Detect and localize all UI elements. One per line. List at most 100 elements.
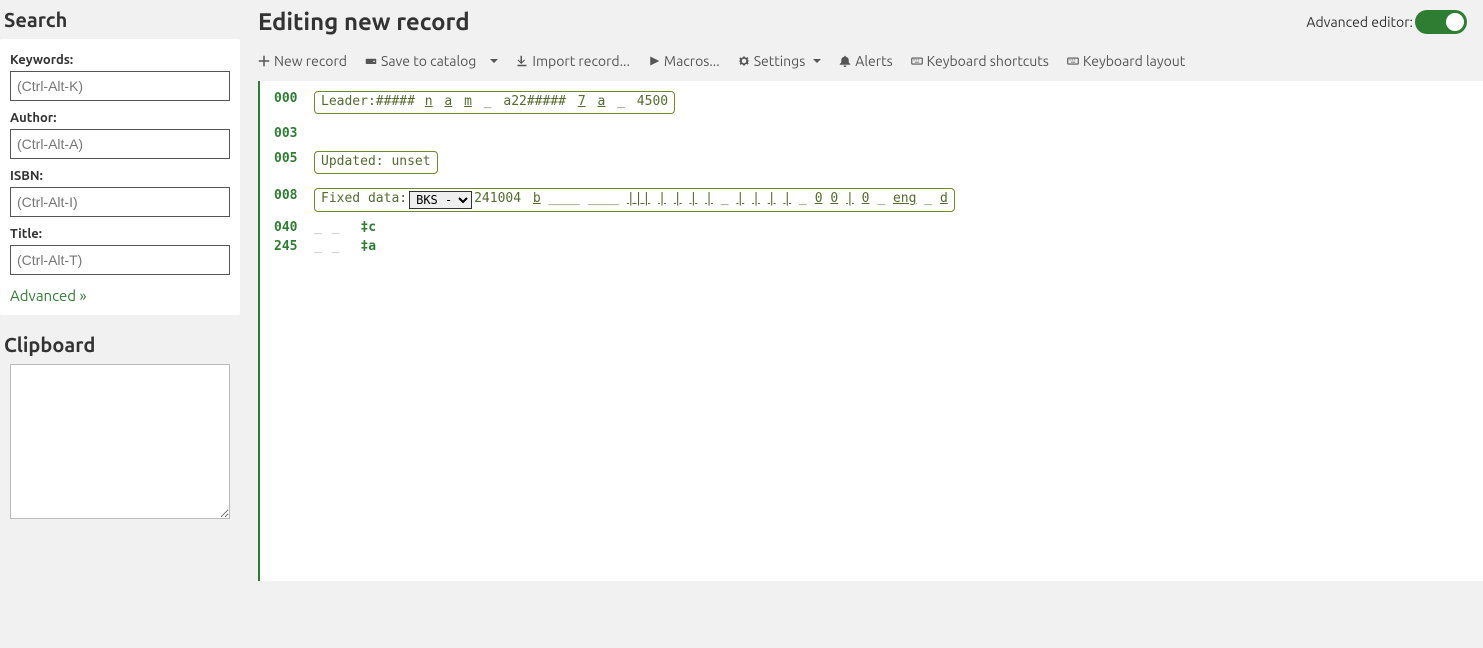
fx-21[interactable]: d	[940, 191, 948, 206]
material-type-select[interactable]: BKS -	[409, 191, 472, 209]
advanced-editor-label: Advanced editor:	[1306, 14, 1413, 30]
save-catalog-label: Save to catalog	[381, 53, 476, 69]
play-icon	[648, 55, 660, 67]
leader-widget[interactable]: Leader:##### n a m _ a22##### 7 a _ 4500	[314, 91, 675, 114]
search-heading: Search	[0, 0, 240, 39]
tag-005: 005	[274, 151, 302, 168]
hdd-icon	[365, 55, 377, 67]
gear-icon	[738, 55, 750, 67]
ldr-p6[interactable]: a	[597, 94, 605, 111]
title-label: Title:	[10, 227, 230, 241]
fixed-data-widget[interactable]: Fixed data: BKS - 241004 b ____ ____ |||…	[314, 188, 955, 212]
marc-line-003[interactable]: 003	[274, 126, 1469, 143]
title-input[interactable]	[10, 245, 230, 275]
advanced-editor-toggle[interactable]	[1415, 10, 1467, 34]
save-dropdown-caret[interactable]	[486, 53, 498, 69]
tag-040: 040	[274, 220, 302, 237]
page-title: Editing new record	[258, 8, 1306, 35]
fx-16[interactable]: |	[846, 191, 854, 206]
clipboard-heading: Clipboard	[0, 325, 240, 364]
clipboard-panel	[0, 364, 240, 523]
alerts-label: Alerts	[855, 53, 892, 69]
fx-3[interactable]: |||	[627, 191, 650, 206]
new-record-label: New record	[274, 53, 347, 69]
ldr-p7: _	[617, 94, 625, 111]
import-record-label: Import record...	[532, 53, 630, 69]
clipboard-textarea[interactable]	[10, 364, 230, 519]
author-label: Author:	[10, 111, 230, 125]
macros-button[interactable]: Macros...	[648, 53, 720, 69]
fx-5[interactable]: |	[674, 191, 682, 206]
layout-button[interactable]: Keyboard layout	[1067, 53, 1185, 69]
fx-4[interactable]: |	[658, 191, 666, 206]
import-record-button[interactable]: Import record...	[516, 53, 630, 69]
author-input[interactable]	[10, 129, 230, 159]
leader-prefix: Leader:#####	[321, 94, 423, 111]
ldr-p0[interactable]: n	[425, 94, 433, 111]
plus-icon	[258, 55, 270, 67]
fx-12[interactable]: |	[783, 191, 791, 206]
save-catalog-button[interactable]: Save to catalog	[365, 53, 476, 69]
fx-2[interactable]: ____	[588, 191, 619, 206]
fx-20[interactable]: _	[924, 191, 932, 206]
sf-245-a[interactable]: ‡a	[360, 239, 376, 256]
main-area: Editing new record Advanced editor: New …	[240, 0, 1483, 648]
marc-editor[interactable]: 000 Leader:##### n a m _ a22##### 7 a _ …	[258, 81, 1483, 581]
ind-040[interactable]: _ _	[314, 220, 340, 237]
new-record-button[interactable]: New record	[258, 53, 347, 69]
marc-line-005[interactable]: 005 Updated: unset	[274, 151, 1469, 174]
fx-14[interactable]: 0	[815, 191, 823, 206]
tag-000: 000	[274, 91, 302, 108]
fx-18[interactable]: _	[877, 191, 885, 206]
ldr-p3: _	[484, 94, 492, 111]
ldr-p2[interactable]: m	[464, 94, 472, 111]
sidebar: Search Keywords: Author: ISBN: Title: Ad…	[0, 0, 240, 648]
fx-7[interactable]: |	[705, 191, 713, 206]
ind-245[interactable]: _ _	[314, 239, 340, 256]
fx-11[interactable]: |	[768, 191, 776, 206]
settings-label: Settings	[754, 53, 806, 69]
fx-17[interactable]: 0	[862, 191, 870, 206]
search-panel: Keywords: Author: ISBN: Title: Advanced …	[0, 39, 240, 315]
alerts-button[interactable]: Alerts	[839, 53, 892, 69]
toolbar: New record Save to catalog Import record…	[240, 39, 1483, 81]
ldr-p5[interactable]: 7	[578, 94, 586, 111]
fx-6[interactable]: |	[689, 191, 697, 206]
fx-15[interactable]: 0	[830, 191, 838, 206]
fx-10[interactable]: |	[752, 191, 760, 206]
settings-button[interactable]: Settings	[738, 53, 822, 69]
fx-9[interactable]: |	[736, 191, 744, 206]
isbn-label: ISBN:	[10, 169, 230, 183]
fx-1[interactable]: ____	[549, 191, 580, 206]
tag-003: 003	[274, 126, 302, 143]
macros-label: Macros...	[664, 53, 720, 69]
updated-widget[interactable]: Updated: unset	[314, 151, 438, 174]
marc-line-008[interactable]: 008 Fixed data: BKS - 241004 b ____ ____…	[274, 188, 1469, 212]
fx-13[interactable]: _	[799, 191, 807, 206]
ldr-p1[interactable]: a	[444, 94, 452, 111]
keyboard-icon	[911, 55, 923, 67]
updated-text: Updated: unset	[321, 154, 431, 171]
ldr-p8: 4500	[637, 94, 668, 111]
sf-040-c[interactable]: ‡c	[360, 220, 376, 237]
fx-0[interactable]: b	[533, 191, 541, 206]
marc-line-000[interactable]: 000 Leader:##### n a m _ a22##### 7 a _ …	[274, 91, 1469, 114]
keyboard-icon	[1067, 55, 1079, 67]
fx-8[interactable]: _	[721, 191, 729, 206]
ldr-p4: a22#####	[503, 94, 566, 111]
tag-008: 008	[274, 188, 302, 205]
download-icon	[516, 55, 528, 67]
topbar: Editing new record Advanced editor:	[240, 0, 1483, 39]
isbn-input[interactable]	[10, 187, 230, 217]
keywords-input[interactable]	[10, 71, 230, 101]
fx-19[interactable]: eng	[893, 191, 916, 206]
advanced-search-link[interactable]: Advanced »	[10, 287, 87, 304]
marc-line-245[interactable]: 245 _ _ ‡a	[274, 239, 1469, 256]
keywords-label: Keywords:	[10, 53, 230, 67]
layout-label: Keyboard layout	[1083, 53, 1185, 69]
bell-icon	[839, 55, 851, 67]
marc-line-040[interactable]: 040 _ _ ‡c	[274, 220, 1469, 237]
tag-245: 245	[274, 239, 302, 256]
fixed-date: 241004	[474, 191, 521, 208]
shortcuts-button[interactable]: Keyboard shortcuts	[911, 53, 1049, 69]
